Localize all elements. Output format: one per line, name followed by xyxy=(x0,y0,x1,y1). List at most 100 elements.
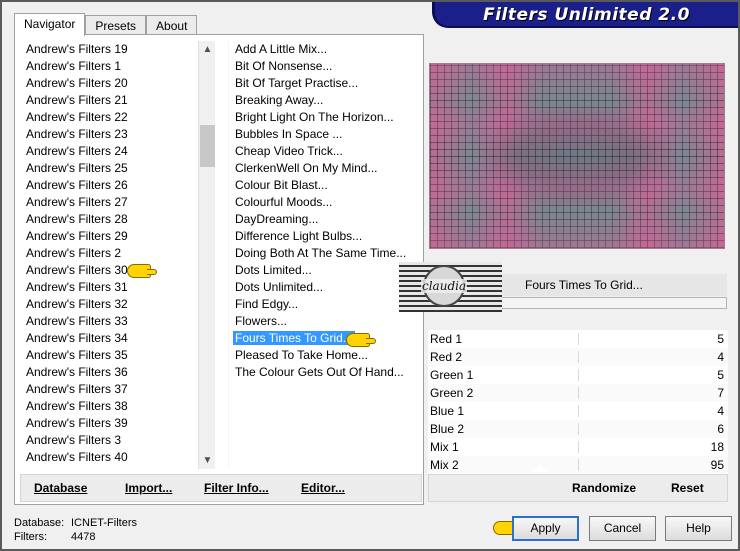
filter-item[interactable]: Doing Both At The Same Time... xyxy=(229,245,422,262)
category-item[interactable]: Andrew's Filters 23 xyxy=(20,126,198,143)
filter-item[interactable]: DayDreaming... xyxy=(229,211,422,228)
filter-item[interactable]: Breaking Away... xyxy=(229,92,422,109)
status-area: Database: ICNET-Filters Filters: 4478 xyxy=(14,516,137,544)
filter-item[interactable]: Fours Times To Grid... xyxy=(229,330,422,347)
category-item[interactable]: Andrew's Filters 22 xyxy=(20,109,198,126)
filters-label: Filters: xyxy=(14,531,47,543)
category-item[interactable]: Andrew's Filters 38 xyxy=(20,398,198,415)
parameter-row[interactable]: Green 1 5 xyxy=(428,366,728,384)
cancel-button[interactable]: Cancel xyxy=(589,516,656,541)
filter-item[interactable]: Bubbles In Space ... xyxy=(229,126,422,143)
database-button[interactable]: Database xyxy=(34,481,87,495)
parameter-row[interactable]: Green 2 7 xyxy=(428,384,728,402)
parameter-value[interactable]: 18 xyxy=(711,438,724,456)
parameter-divider xyxy=(578,387,579,399)
category-item[interactable]: Andrew's Filters 26 xyxy=(20,177,198,194)
category-item[interactable]: Andrew's Filters 3 xyxy=(20,432,198,449)
category-item[interactable]: Andrew's Filters 39 xyxy=(20,415,198,432)
reset-button[interactable]: Reset xyxy=(671,481,704,495)
apply-button[interactable]: Apply xyxy=(512,516,579,541)
category-item[interactable]: Andrew's Filters 2 xyxy=(20,245,198,262)
tab-about[interactable]: About xyxy=(146,15,198,36)
filter-item[interactable]: ClerkenWell On My Mind... xyxy=(229,160,422,177)
parameter-row[interactable]: Blue 1 4 xyxy=(428,402,728,420)
category-item[interactable]: Andrew's Filters 29 xyxy=(20,228,198,245)
parameter-row[interactable]: Mix 2 95 xyxy=(428,456,728,474)
category-item[interactable]: Andrew's Filters 33 xyxy=(20,313,198,330)
category-item[interactable]: Andrew's Filters 1 xyxy=(20,58,198,75)
import-button[interactable]: Import... xyxy=(125,481,172,495)
tab-presets[interactable]: Presets xyxy=(85,15,147,36)
filter-item[interactable]: Cheap Video Trick... xyxy=(229,143,422,160)
filter-item-selected[interactable]: Fours Times To Grid... xyxy=(233,331,355,345)
filter-item[interactable]: Add A Little Mix... xyxy=(229,41,422,58)
editor-button[interactable]: Editor... xyxy=(301,481,345,495)
category-item[interactable]: Andrew's Filters 25 xyxy=(20,160,198,177)
category-item[interactable]: Andrew's Filters 28 xyxy=(20,211,198,228)
category-item[interactable]: Andrew's Filters 32 xyxy=(20,296,198,313)
filters-count: 4478 xyxy=(71,531,96,543)
app-title: Filters Unlimited 2.0 xyxy=(432,2,738,28)
category-item[interactable]: Andrew's Filters 36 xyxy=(20,364,198,381)
filter-item[interactable]: Colourful Moods... xyxy=(229,194,422,211)
filter-item[interactable]: Dots Unlimited... xyxy=(229,279,422,296)
category-item[interactable]: Andrew's Filters 30 xyxy=(20,262,198,279)
tab-bar: Navigator Presets About xyxy=(14,13,198,36)
scroll-up-icon[interactable]: ▲ xyxy=(199,41,216,58)
parameter-row[interactable]: Blue 2 6 xyxy=(428,420,728,438)
parameter-row[interactable]: Red 2 4 xyxy=(428,348,728,366)
filter-item[interactable]: Find Edgy... xyxy=(229,296,422,313)
category-item[interactable]: Andrew's Filters 24 xyxy=(20,143,198,160)
parameter-divider xyxy=(578,405,579,417)
filter-item[interactable]: Flowers... xyxy=(229,313,422,330)
navigator-button-bar: Database Import... Filter Info... Editor… xyxy=(20,474,422,502)
randomize-button[interactable]: Randomize xyxy=(572,481,636,495)
category-item[interactable]: Andrew's Filters 40 xyxy=(20,449,198,466)
database-label: Database: xyxy=(14,517,65,529)
parameter-label: Red 2 xyxy=(430,350,463,364)
pointer-hand-icon xyxy=(127,264,157,278)
filter-info-button[interactable]: Filter Info... xyxy=(204,481,269,495)
category-item[interactable]: Andrew's Filters 34 xyxy=(20,330,198,347)
scroll-down-icon[interactable]: ▼ xyxy=(199,452,216,469)
category-list[interactable]: Andrew's Filters 19 Andrew's Filters 1 And… xyxy=(20,41,198,469)
category-item[interactable]: Andrew's Filters 21 xyxy=(20,92,198,109)
filter-item[interactable]: Colour Bit Blast... xyxy=(229,177,422,194)
category-item[interactable]: Andrew's Filters 20 xyxy=(20,75,198,92)
tab-navigator[interactable]: Navigator xyxy=(14,13,86,36)
category-item[interactable]: Andrew's Filters 19 xyxy=(20,41,198,58)
parameter-value[interactable]: 7 xyxy=(717,384,724,402)
category-item[interactable]: Andrew's Filters 37 xyxy=(20,381,198,398)
parameter-label: Green 1 xyxy=(430,368,474,382)
parameter-button-bar: Randomize Reset xyxy=(428,474,728,502)
filter-item[interactable]: Pleased To Take Home... xyxy=(229,347,422,364)
parameter-value[interactable]: 6 xyxy=(717,420,724,438)
filter-item[interactable]: Dots Limited... xyxy=(229,262,422,279)
category-item[interactable]: Andrew's Filters 31 xyxy=(20,279,198,296)
parameter-value[interactable]: 4 xyxy=(717,348,724,366)
help-button[interactable]: Help xyxy=(665,516,732,541)
scrollbar-thumb[interactable] xyxy=(200,125,215,167)
parameter-divider xyxy=(578,351,579,363)
parameter-divider xyxy=(578,369,579,381)
filter-item[interactable]: The Colour Gets Out Of Hand... xyxy=(229,364,422,381)
filter-item[interactable]: Bit Of Nonsense... xyxy=(229,58,422,75)
category-item[interactable]: Andrew's Filters 35 xyxy=(20,347,198,364)
filter-item[interactable]: Bright Light On The Horizon... xyxy=(229,109,422,126)
category-scrollbar[interactable]: ▲ ▼ xyxy=(198,41,215,469)
category-item[interactable]: Andrew's Filters 27 xyxy=(20,194,198,211)
watermark-logo: claudia xyxy=(399,262,502,312)
database-value: ICNET-Filters xyxy=(71,517,137,529)
pointer-hand-icon xyxy=(346,333,376,347)
filter-item[interactable]: Bit Of Target Practise... xyxy=(229,75,422,92)
parameter-value[interactable]: 4 xyxy=(717,402,724,420)
parameter-list: Red 1 5 Red 2 4 Green 1 5 Green 2 7 Blue 1 4 Blue … xyxy=(428,330,728,474)
parameter-label: Mix 2 xyxy=(430,458,459,472)
filter-list[interactable]: Add A Little Mix... Bit Of Nonsense... Bit… xyxy=(228,41,422,469)
parameter-value[interactable]: 5 xyxy=(717,366,724,384)
filter-item[interactable]: Difference Light Bulbs... xyxy=(229,228,422,245)
parameter-row[interactable]: Mix 1 18 xyxy=(428,438,728,456)
parameter-value[interactable]: 5 xyxy=(717,330,724,348)
parameter-value[interactable]: 95 xyxy=(711,456,724,474)
parameter-row[interactable]: Red 1 5 xyxy=(428,330,728,348)
